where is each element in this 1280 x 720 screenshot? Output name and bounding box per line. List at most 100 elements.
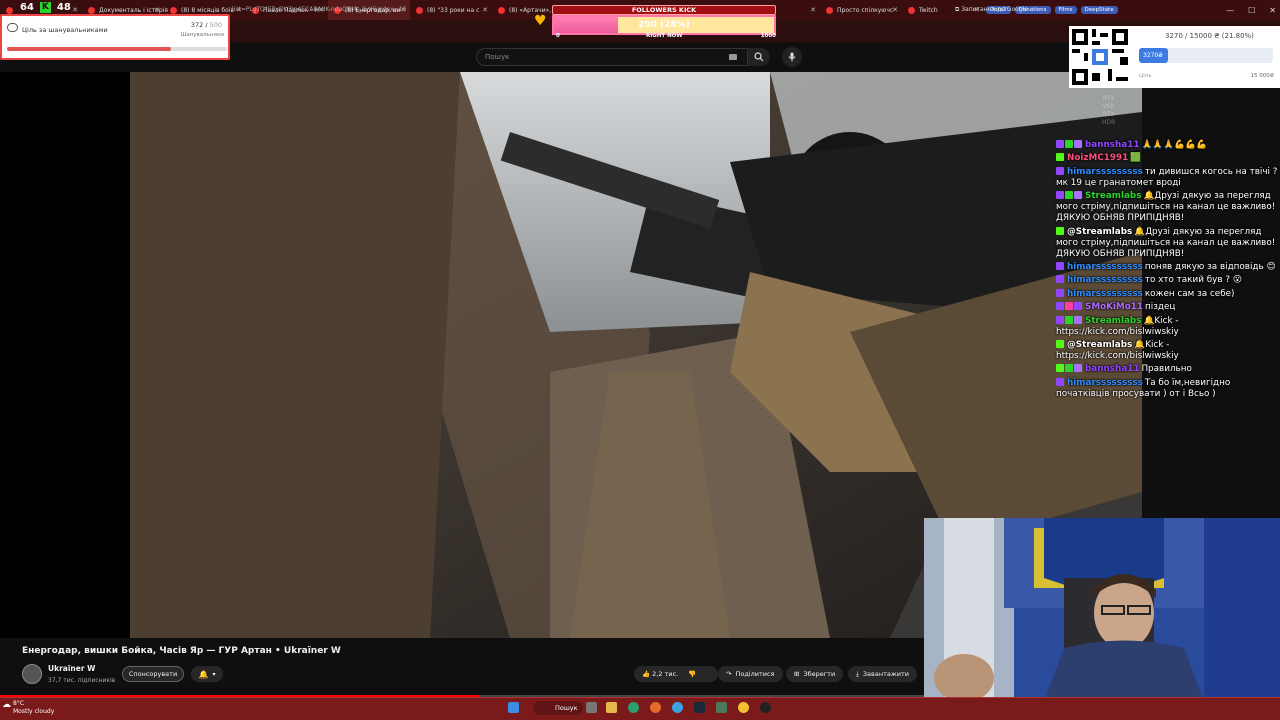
- download-button[interactable]: ⤓ Завантажити: [848, 666, 917, 682]
- steam-icon[interactable]: [694, 702, 705, 713]
- chat-username[interactable]: @Streamlabs: [1067, 340, 1132, 350]
- tab-close-icon[interactable]: ✕: [482, 6, 488, 14]
- stream-chat: bannsha11 🙏🙏🙏💪💪💪 NoizMC1991 🟩 himarsssssssss…: [1056, 140, 1278, 402]
- goal-progress-fill: [7, 47, 171, 51]
- video-tag: VSR: [1102, 103, 1115, 110]
- browser-tab[interactable]: Просто спілкуючс ✕: [820, 0, 902, 20]
- chat-username[interactable]: bannsha11: [1085, 364, 1139, 374]
- browser-tab[interactable]: (8) "33 роки на с ✕: [410, 0, 492, 20]
- video-tag: RTX: [1102, 111, 1115, 118]
- tab-favicon-icon: [416, 6, 423, 14]
- channel-name[interactable]: Ukraїner W: [48, 664, 95, 673]
- chat-username[interactable]: bannsha11: [1085, 140, 1139, 150]
- chat-message: himarsssssssss Та бо їм,невигідно початкі…: [1056, 377, 1278, 400]
- tab-label: (8) «Артачи», о: [509, 6, 557, 14]
- video-tag: RTX: [1102, 95, 1115, 102]
- search-input[interactable]: Пошук: [476, 48, 748, 66]
- goal-target: 500: [209, 21, 222, 29]
- bell-icon: 🔔: [198, 669, 209, 679]
- chat-username[interactable]: himarsssssssss: [1067, 275, 1143, 285]
- close-window-button[interactable]: ✕: [1269, 6, 1276, 15]
- save-button[interactable]: ⊞ Зберегти: [786, 666, 844, 682]
- tab-favicon-icon: [498, 6, 505, 14]
- like-button[interactable]: 👍 2,2 тис.: [642, 670, 678, 678]
- tab-favicon-icon: [170, 6, 177, 14]
- start-icon[interactable]: [508, 702, 519, 713]
- bookmark-pill[interactable]: DeepState: [1079, 0, 1120, 20]
- chat-username[interactable]: himarsssssssss: [1067, 289, 1143, 299]
- ask-google-button[interactable]: ⧉ Запитання до Google: [955, 6, 1028, 14]
- chat-message: @Streamlabs 🔔Kick - https://kick.com/bisl…: [1056, 339, 1278, 362]
- url-field[interactable]: list=PLgTC4FByDU3Jg4ECABA8K-ndaQBMt_2vY&…: [232, 6, 406, 13]
- obs-icon[interactable]: [760, 702, 771, 713]
- chat-badge-icon: [1056, 275, 1064, 284]
- chat-message: himarsssssssss то хто такий був ? 😮: [1056, 275, 1278, 286]
- chat-username[interactable]: himarsssssssss: [1067, 378, 1143, 388]
- chat-message: bannsha11 Правильно: [1056, 364, 1278, 375]
- share-button[interactable]: ↷ Поділитися: [718, 666, 783, 682]
- chat-badge-icon: [1056, 191, 1064, 200]
- video-tag: HDR: [1102, 119, 1116, 126]
- donation-goal-label: Ціль: [1139, 73, 1152, 79]
- chat-username[interactable]: @Streamlabs: [1067, 227, 1132, 237]
- share-label: Поділитися: [735, 670, 775, 678]
- tab-close-icon[interactable]: ✕: [892, 6, 898, 14]
- chat-username[interactable]: himarsssssssss: [1067, 167, 1143, 177]
- minimize-button[interactable]: —: [1226, 6, 1234, 15]
- goal-progress-bar: [7, 47, 227, 51]
- chat-badge-icon: [1056, 339, 1064, 348]
- chat-badge-icon: [1056, 153, 1064, 162]
- chat-badge-icon: [1056, 166, 1064, 175]
- goal-value: 372 / 500: [190, 21, 222, 29]
- bookmark-pill-label: Films: [1054, 6, 1077, 14]
- tab-close-icon[interactable]: ✕: [810, 6, 816, 14]
- tab-close-icon[interactable]: ✕: [154, 6, 160, 14]
- chat-badge-icon: [1065, 191, 1073, 200]
- weather-widget[interactable]: 8°C Mostly cloudy: [13, 700, 54, 716]
- thumb-down-icon: 👎: [688, 670, 697, 678]
- file-explorer-icon[interactable]: [606, 702, 617, 713]
- download-icon: ⤓: [856, 669, 859, 678]
- video-letterbox: [0, 72, 130, 638]
- counter-first: 64: [20, 1, 34, 13]
- chat-username[interactable]: Streamlabs: [1085, 191, 1141, 201]
- counter-second: 48: [56, 1, 71, 13]
- chat-message: himarsssssssss поняв дякую за відповідь 😊: [1056, 261, 1278, 273]
- obs-app-icon[interactable]: [716, 702, 727, 713]
- search-button[interactable]: [748, 48, 770, 66]
- heart-icon: ♥: [534, 13, 547, 29]
- followers-right-now: RIGHT NOW: [646, 33, 683, 39]
- chat-badge-icon: [1074, 364, 1082, 373]
- chat-username[interactable]: Streamlabs: [1085, 316, 1141, 326]
- telegram-icon[interactable]: [672, 702, 683, 713]
- followers-title: FOLLOWERS KICK: [552, 5, 776, 15]
- maximize-button[interactable]: ☐: [1248, 6, 1255, 15]
- notification-bell-button[interactable]: 🔔 ▾: [191, 666, 223, 682]
- chat-badge-icon: [1074, 191, 1082, 200]
- voice-search-button[interactable]: [782, 47, 802, 67]
- chat-username[interactable]: himarsssssssss: [1067, 262, 1143, 272]
- chat-badge-icon: [1074, 315, 1082, 324]
- taskbar-search[interactable]: Пошук: [533, 701, 583, 715]
- firefox-icon[interactable]: [650, 702, 661, 713]
- bookmark-pill-label: DeepState: [1080, 6, 1118, 14]
- chat-username[interactable]: SMoKiMo11: [1085, 302, 1143, 312]
- tab-label: (8) 8 місяців боїв: [181, 6, 235, 14]
- tab-label: (8) "33 роки на с: [427, 6, 480, 14]
- chat-message: himarsssssssss ти дивишся когось на твічі…: [1056, 166, 1278, 189]
- search-icon: [754, 52, 764, 62]
- channel-avatar[interactable]: [22, 664, 42, 684]
- followers-high: 1000: [760, 33, 776, 39]
- chrome-icon[interactable]: [738, 702, 749, 713]
- fan-goal-widget: Ціль за шанувальниками 372 / 500 Шанувал…: [0, 14, 230, 60]
- chat-username[interactable]: NoizMC1991: [1067, 153, 1128, 163]
- dislike-button[interactable]: 👎: [688, 670, 696, 678]
- sponsor-button[interactable]: Спонсорувати: [122, 666, 184, 682]
- goal-label: Ціль за шанувальниками: [22, 26, 108, 34]
- keyboard-icon[interactable]: [729, 54, 737, 60]
- followers-low: 0: [556, 33, 560, 39]
- chat-message: bannsha11 🙏🙏🙏💪💪💪: [1056, 140, 1278, 151]
- task-view-icon[interactable]: [586, 702, 597, 713]
- bookmark-pill[interactable]: Films: [1053, 0, 1079, 20]
- edge-icon[interactable]: [628, 702, 639, 713]
